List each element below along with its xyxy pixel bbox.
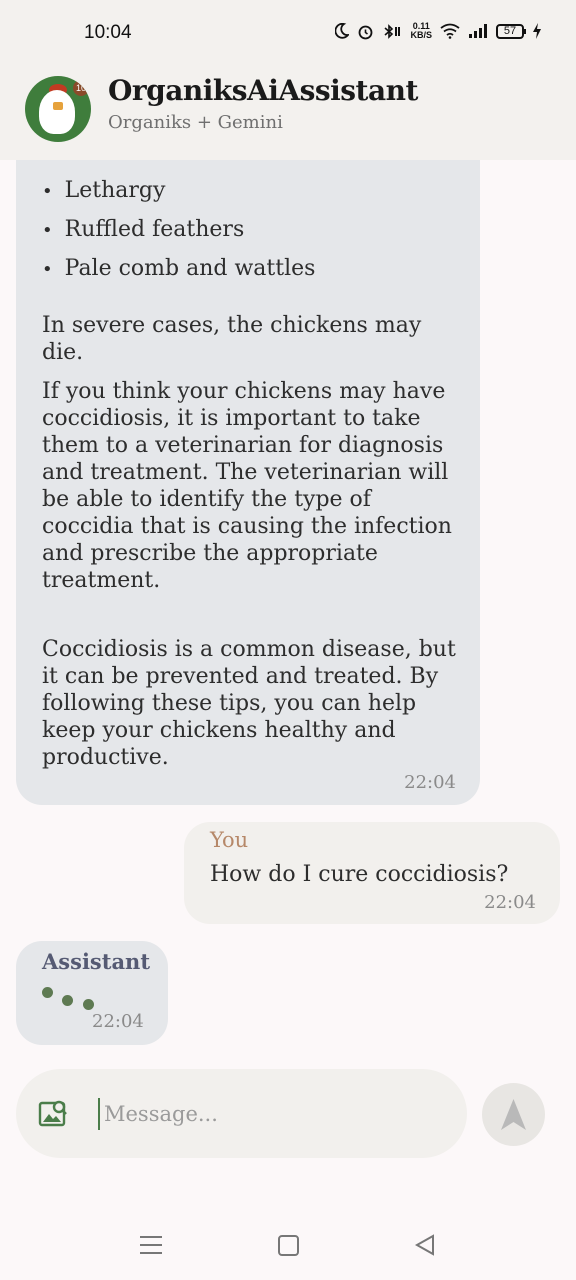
home-icon[interactable] bbox=[278, 1235, 299, 1256]
assistant-message-bubble: Lethargy Ruffled feathers Pale comb and … bbox=[16, 120, 480, 805]
list-item: Ruffled feathers bbox=[42, 211, 315, 250]
avatar-badge: 10 bbox=[73, 80, 89, 96]
message-paragraph: In severe cases, the chickens may die. bbox=[42, 313, 422, 365]
send-button[interactable] bbox=[482, 1083, 545, 1146]
list-item: Pale comb and wattles bbox=[42, 250, 316, 289]
message-timestamp: 22:04 bbox=[92, 1011, 144, 1032]
user-message-bubble: You How do I cure coccidiosis? 22:04 bbox=[184, 822, 560, 924]
image-search-icon[interactable] bbox=[38, 1098, 68, 1128]
send-icon bbox=[501, 1099, 526, 1130]
message-composer bbox=[16, 1069, 467, 1158]
message-paragraph: Coccidiosis is a common disease, but it … bbox=[42, 637, 456, 770]
network-speed: 0.11 KB/S bbox=[410, 21, 432, 40]
chicken-mascot-icon bbox=[39, 90, 75, 134]
bluetooth-icon bbox=[384, 23, 401, 39]
text-caret bbox=[98, 1098, 100, 1130]
system-nav-bar bbox=[0, 1200, 576, 1280]
app-subtitle: Organiks + Gemini bbox=[108, 112, 283, 133]
moon-icon bbox=[335, 23, 350, 39]
chat-header-front: 10 OrganiksAiAssistant Organiks + Gemini bbox=[0, 70, 576, 160]
wifi-icon bbox=[440, 23, 460, 39]
typing-dot bbox=[62, 995, 73, 1006]
typing-dot bbox=[83, 999, 94, 1010]
message-paragraph: If you think your chickens may have cocc… bbox=[42, 379, 452, 593]
battery-icon: 57 bbox=[496, 23, 526, 39]
assistant-avatar[interactable]: 10 bbox=[25, 76, 91, 142]
signal-icon bbox=[469, 24, 487, 38]
status-time: 10:04 bbox=[84, 22, 132, 43]
message-timestamp: 22:04 bbox=[404, 772, 456, 793]
app-title: OrganiksAiAssistant bbox=[108, 74, 418, 107]
typing-indicator-bubble: Assistant 22:04 bbox=[16, 941, 168, 1045]
list-item: Lethargy bbox=[42, 172, 315, 211]
symptom-list: Lethargy Ruffled feathers Pale comb and … bbox=[42, 172, 316, 289]
alarm-icon bbox=[359, 25, 373, 39]
status-bar: 10:04 0.11 KB/S 57 bbox=[0, 0, 576, 70]
message-input[interactable] bbox=[102, 1093, 436, 1135]
message-text: How do I cure coccidiosis? bbox=[210, 862, 509, 887]
sender-label: Assistant bbox=[42, 949, 151, 974]
back-icon[interactable] bbox=[414, 1234, 436, 1256]
sender-label: You bbox=[210, 828, 249, 852]
menu-icon[interactable] bbox=[140, 1236, 162, 1254]
status-icons: 0.11 KB/S 57 bbox=[335, 22, 542, 40]
charging-icon bbox=[533, 23, 541, 39]
chicken-beak bbox=[53, 102, 63, 110]
message-timestamp: 22:04 bbox=[484, 892, 536, 913]
typing-dot bbox=[42, 987, 53, 998]
